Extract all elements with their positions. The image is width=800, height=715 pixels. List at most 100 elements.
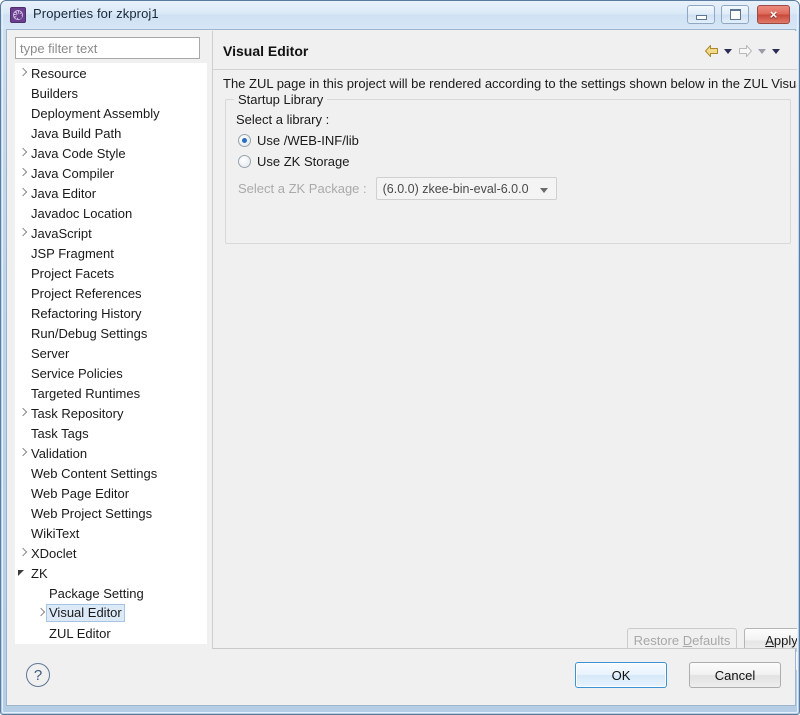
back-arrow-icon[interactable]	[704, 44, 719, 58]
tree-item-label: Run/Debug Settings	[31, 325, 148, 341]
apply-button[interactable]: Apply	[744, 628, 797, 649]
chevron-down-icon	[539, 188, 548, 193]
back-history-chevron-down-icon[interactable]	[724, 45, 733, 57]
tree-item-zk[interactable]: ZK	[15, 563, 207, 583]
tree-item-xdoclet[interactable]: XDoclet	[15, 543, 207, 563]
tree-item-label: ZUL Editor	[49, 625, 111, 641]
settings-tree[interactable]: Resource Builders Deployment Assembly Java …	[15, 63, 207, 644]
tree-item-label: Java Build Path	[31, 125, 122, 141]
tree-item-task-tags[interactable]: Task Tags	[15, 423, 207, 443]
radio-unselected-icon	[238, 155, 251, 168]
maximize-button[interactable]	[721, 5, 749, 24]
help-button[interactable]: ?	[26, 663, 50, 687]
radio-use-zk-storage[interactable]: Use ZK Storage	[238, 154, 350, 169]
tree-item-label: Service Policies	[31, 365, 123, 381]
zk-package-select[interactable]: (6.0.0) zkee-bin-eval-6.0.0	[375, 177, 557, 200]
tree-item-javadoc-location[interactable]: Javadoc Location	[15, 203, 207, 223]
page-menu-chevron-down-icon[interactable]	[772, 45, 781, 57]
tree-item-server[interactable]: Server	[15, 343, 207, 363]
tree-item-project-references[interactable]: Project References	[15, 283, 207, 303]
tree-item-java-code-style[interactable]: Java Code Style	[15, 143, 207, 163]
ok-label: OK	[611, 667, 631, 683]
forward-history-chevron-down-icon	[758, 45, 767, 57]
tree-item-visual-editor[interactable]: Visual Editor	[15, 603, 207, 623]
tree-item-label: Java Code Style	[31, 145, 126, 161]
minimize-button[interactable]	[687, 5, 715, 24]
forward-arrow-icon	[738, 44, 753, 58]
tree-item-targeted-runtimes[interactable]: Targeted Runtimes	[15, 383, 207, 403]
startup-library-legend: Startup Library	[234, 92, 328, 107]
radio-use-zk-storage-label: Use ZK Storage	[257, 154, 350, 169]
tree-item-label: Java Editor	[31, 185, 97, 201]
dialog-footer: ? OK Cancel	[6, 649, 796, 706]
expand-arrow-closed-icon[interactable]	[15, 163, 29, 183]
radio-use-web-inf-lib[interactable]: Use /WEB-INF/lib	[238, 133, 359, 148]
tree-item-web-page-editor[interactable]: Web Page Editor	[15, 483, 207, 503]
tree-item-label: Project Facets	[31, 265, 115, 281]
ok-button[interactable]: OK	[575, 662, 667, 688]
properties-gear-icon	[10, 7, 26, 23]
expand-arrow-closed-icon[interactable]	[15, 223, 29, 243]
window-title: Properties for zkproj1	[33, 6, 159, 21]
tree-item-package-setting[interactable]: Package Setting	[15, 583, 207, 603]
expand-arrow-closed-icon[interactable]	[15, 443, 29, 463]
close-button[interactable]: ×	[757, 5, 790, 24]
tree-item-zul-editor[interactable]: ZUL Editor	[15, 623, 207, 643]
tree-item-label: Java Compiler	[31, 165, 115, 181]
expand-arrow-closed-icon[interactable]	[33, 603, 47, 623]
zk-package-row: Select a ZK Package : (6.0.0) zkee-bin-e…	[238, 177, 557, 200]
tree-item-web-project-settings[interactable]: Web Project Settings	[15, 503, 207, 523]
tree-item-label: Task Tags	[31, 425, 89, 441]
expand-arrow-closed-icon[interactable]	[15, 543, 29, 563]
filter-input[interactable]	[15, 37, 200, 59]
tree-item-label: ZK	[31, 565, 48, 581]
tree-item-java-build-path[interactable]: Java Build Path	[15, 123, 207, 143]
tree-item-deployment-assembly[interactable]: Deployment Assembly	[15, 103, 207, 123]
tree-item-javascript[interactable]: JavaScript	[15, 223, 207, 243]
apply-label: Apply	[765, 633, 797, 648]
help-icon: ?	[33, 666, 43, 684]
expand-arrow-closed-icon[interactable]	[15, 143, 29, 163]
tree-item-wikitext[interactable]: WikiText	[15, 523, 207, 543]
tree-item-project-facets[interactable]: Project Facets	[15, 263, 207, 283]
expand-arrow-closed-icon[interactable]	[15, 403, 29, 423]
tree-item-jsp-fragment[interactable]: JSP Fragment	[15, 243, 207, 263]
close-icon: ×	[769, 7, 778, 22]
tree-item-java-editor[interactable]: Java Editor	[15, 183, 207, 203]
tree-item-task-repository[interactable]: Task Repository	[15, 403, 207, 423]
tree-item-builders[interactable]: Builders	[15, 83, 207, 103]
tree-item-resource[interactable]: Resource	[15, 63, 207, 83]
tree-item-web-content-settings[interactable]: Web Content Settings	[15, 463, 207, 483]
expand-arrow-closed-icon[interactable]	[15, 63, 29, 83]
cancel-button[interactable]: Cancel	[689, 662, 781, 688]
tree-item-service-policies[interactable]: Service Policies	[15, 363, 207, 383]
tree-item-label: Web Page Editor	[31, 485, 130, 501]
tree-item-label: Validation	[31, 445, 88, 461]
tree-item-validation[interactable]: Validation	[15, 443, 207, 463]
startup-library-group: Startup Library Select a library : Use /…	[225, 92, 791, 244]
restore-defaults-label: Restore Defaults	[633, 633, 731, 648]
page-description: The ZUL page in this project will be ren…	[223, 76, 797, 91]
tree-item-java-compiler[interactable]: Java Compiler	[15, 163, 207, 183]
zk-package-value: (6.0.0) zkee-bin-eval-6.0.0	[382, 181, 529, 196]
expand-arrow-open-icon[interactable]	[15, 563, 29, 583]
tree-item-label: JavaScript	[31, 225, 92, 241]
expand-arrow-closed-icon[interactable]	[15, 183, 29, 203]
tree-item-run-debug-settings[interactable]: Run/Debug Settings	[15, 323, 207, 343]
window-titlebar[interactable]: Properties for zkproj1 ×	[1, 1, 799, 29]
tree-item-refactoring-history[interactable]: Refactoring History	[15, 303, 207, 323]
